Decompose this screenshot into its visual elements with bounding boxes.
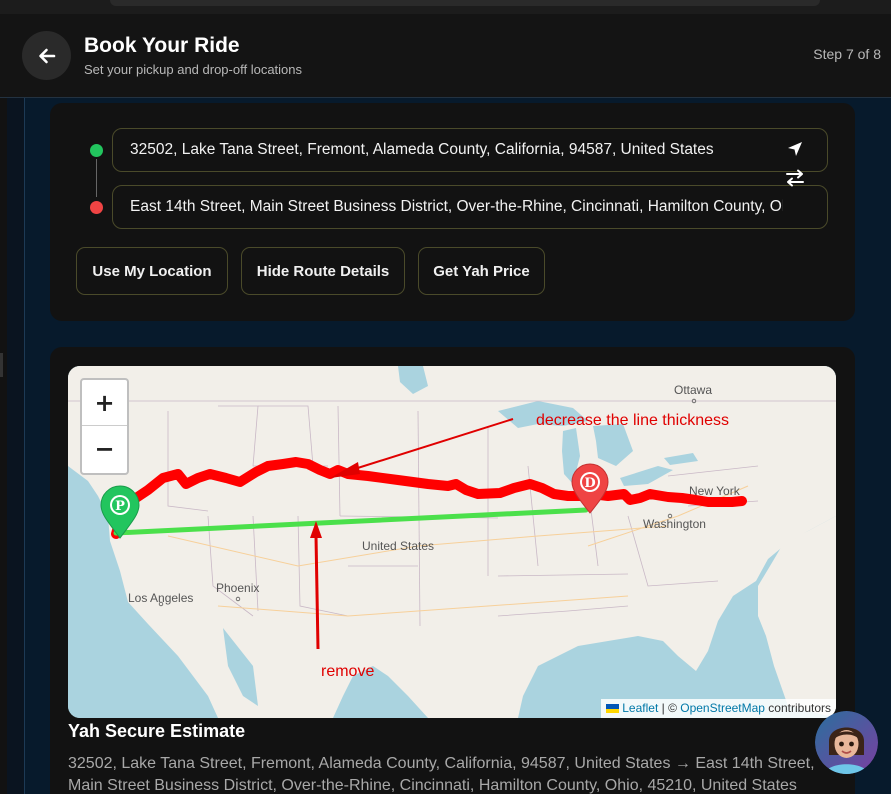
left-edge-marker	[0, 353, 3, 377]
step-indicator: Step 7 of 8	[813, 46, 881, 62]
hide-route-details-button[interactable]: Hide Route Details	[241, 247, 405, 295]
attribution-separator: | ©	[658, 701, 681, 715]
map-attribution: Leaflet | © OpenStreetMap contributors	[601, 699, 836, 718]
estimate-title: Yah Secure Estimate	[68, 721, 246, 741]
zoom-out-button[interactable]: −	[82, 426, 127, 472]
label-los-angeles: Los Angeles	[128, 591, 193, 605]
page-title: Book Your Ride	[84, 34, 240, 57]
assistant-avatar[interactable]	[815, 711, 878, 774]
avatar-image	[815, 711, 878, 774]
swap-icon[interactable]	[784, 168, 806, 188]
address-bar-fragment	[110, 0, 820, 6]
arrow-left-icon	[38, 48, 55, 63]
annotation-remove: remove	[321, 663, 374, 680]
back-button[interactable]	[22, 31, 71, 80]
dropoff-input[interactable]	[112, 185, 828, 229]
route-connector-line	[96, 159, 97, 197]
pickup-input[interactable]	[112, 128, 828, 172]
left-edge-panel	[0, 98, 7, 794]
route-map[interactable]: Ottawa New York Washington United States…	[68, 366, 836, 718]
annotation-thickness: decrease the line thickness	[536, 412, 729, 429]
map-canvas: Ottawa New York Washington United States…	[68, 366, 836, 718]
attribution-suffix: contributors	[764, 701, 831, 715]
dropoff-marker-label: D	[584, 476, 595, 491]
label-washington: Washington	[643, 517, 706, 531]
zoom-in-button[interactable]: +	[82, 380, 127, 426]
browser-top-strip	[0, 0, 891, 14]
label-ottawa: Ottawa	[674, 383, 712, 397]
use-my-location-button[interactable]: Use My Location	[76, 247, 228, 295]
navigation-arrow-icon[interactable]	[786, 140, 804, 158]
page-subtitle: Set your pickup and drop-off locations	[84, 62, 303, 77]
zoom-control: + −	[80, 378, 129, 475]
ukraine-flag-icon	[606, 704, 620, 713]
label-united-states: United States	[362, 539, 434, 553]
leaflet-link[interactable]: Leaflet	[622, 701, 658, 715]
page-header: Book Your Ride Set your pickup and drop-…	[0, 14, 891, 98]
label-phoenix: Phoenix	[216, 581, 259, 595]
get-price-button[interactable]: Get Yah Price	[418, 247, 545, 295]
estimate-summary: 32502, Lake Tana Street, Fremont, Alamed…	[68, 755, 815, 794]
openstreetmap-link[interactable]: OpenStreetMap	[680, 701, 765, 715]
pickup-marker-label: P	[115, 499, 125, 514]
pickup-dot	[90, 144, 103, 157]
dropoff-dot	[90, 201, 103, 214]
